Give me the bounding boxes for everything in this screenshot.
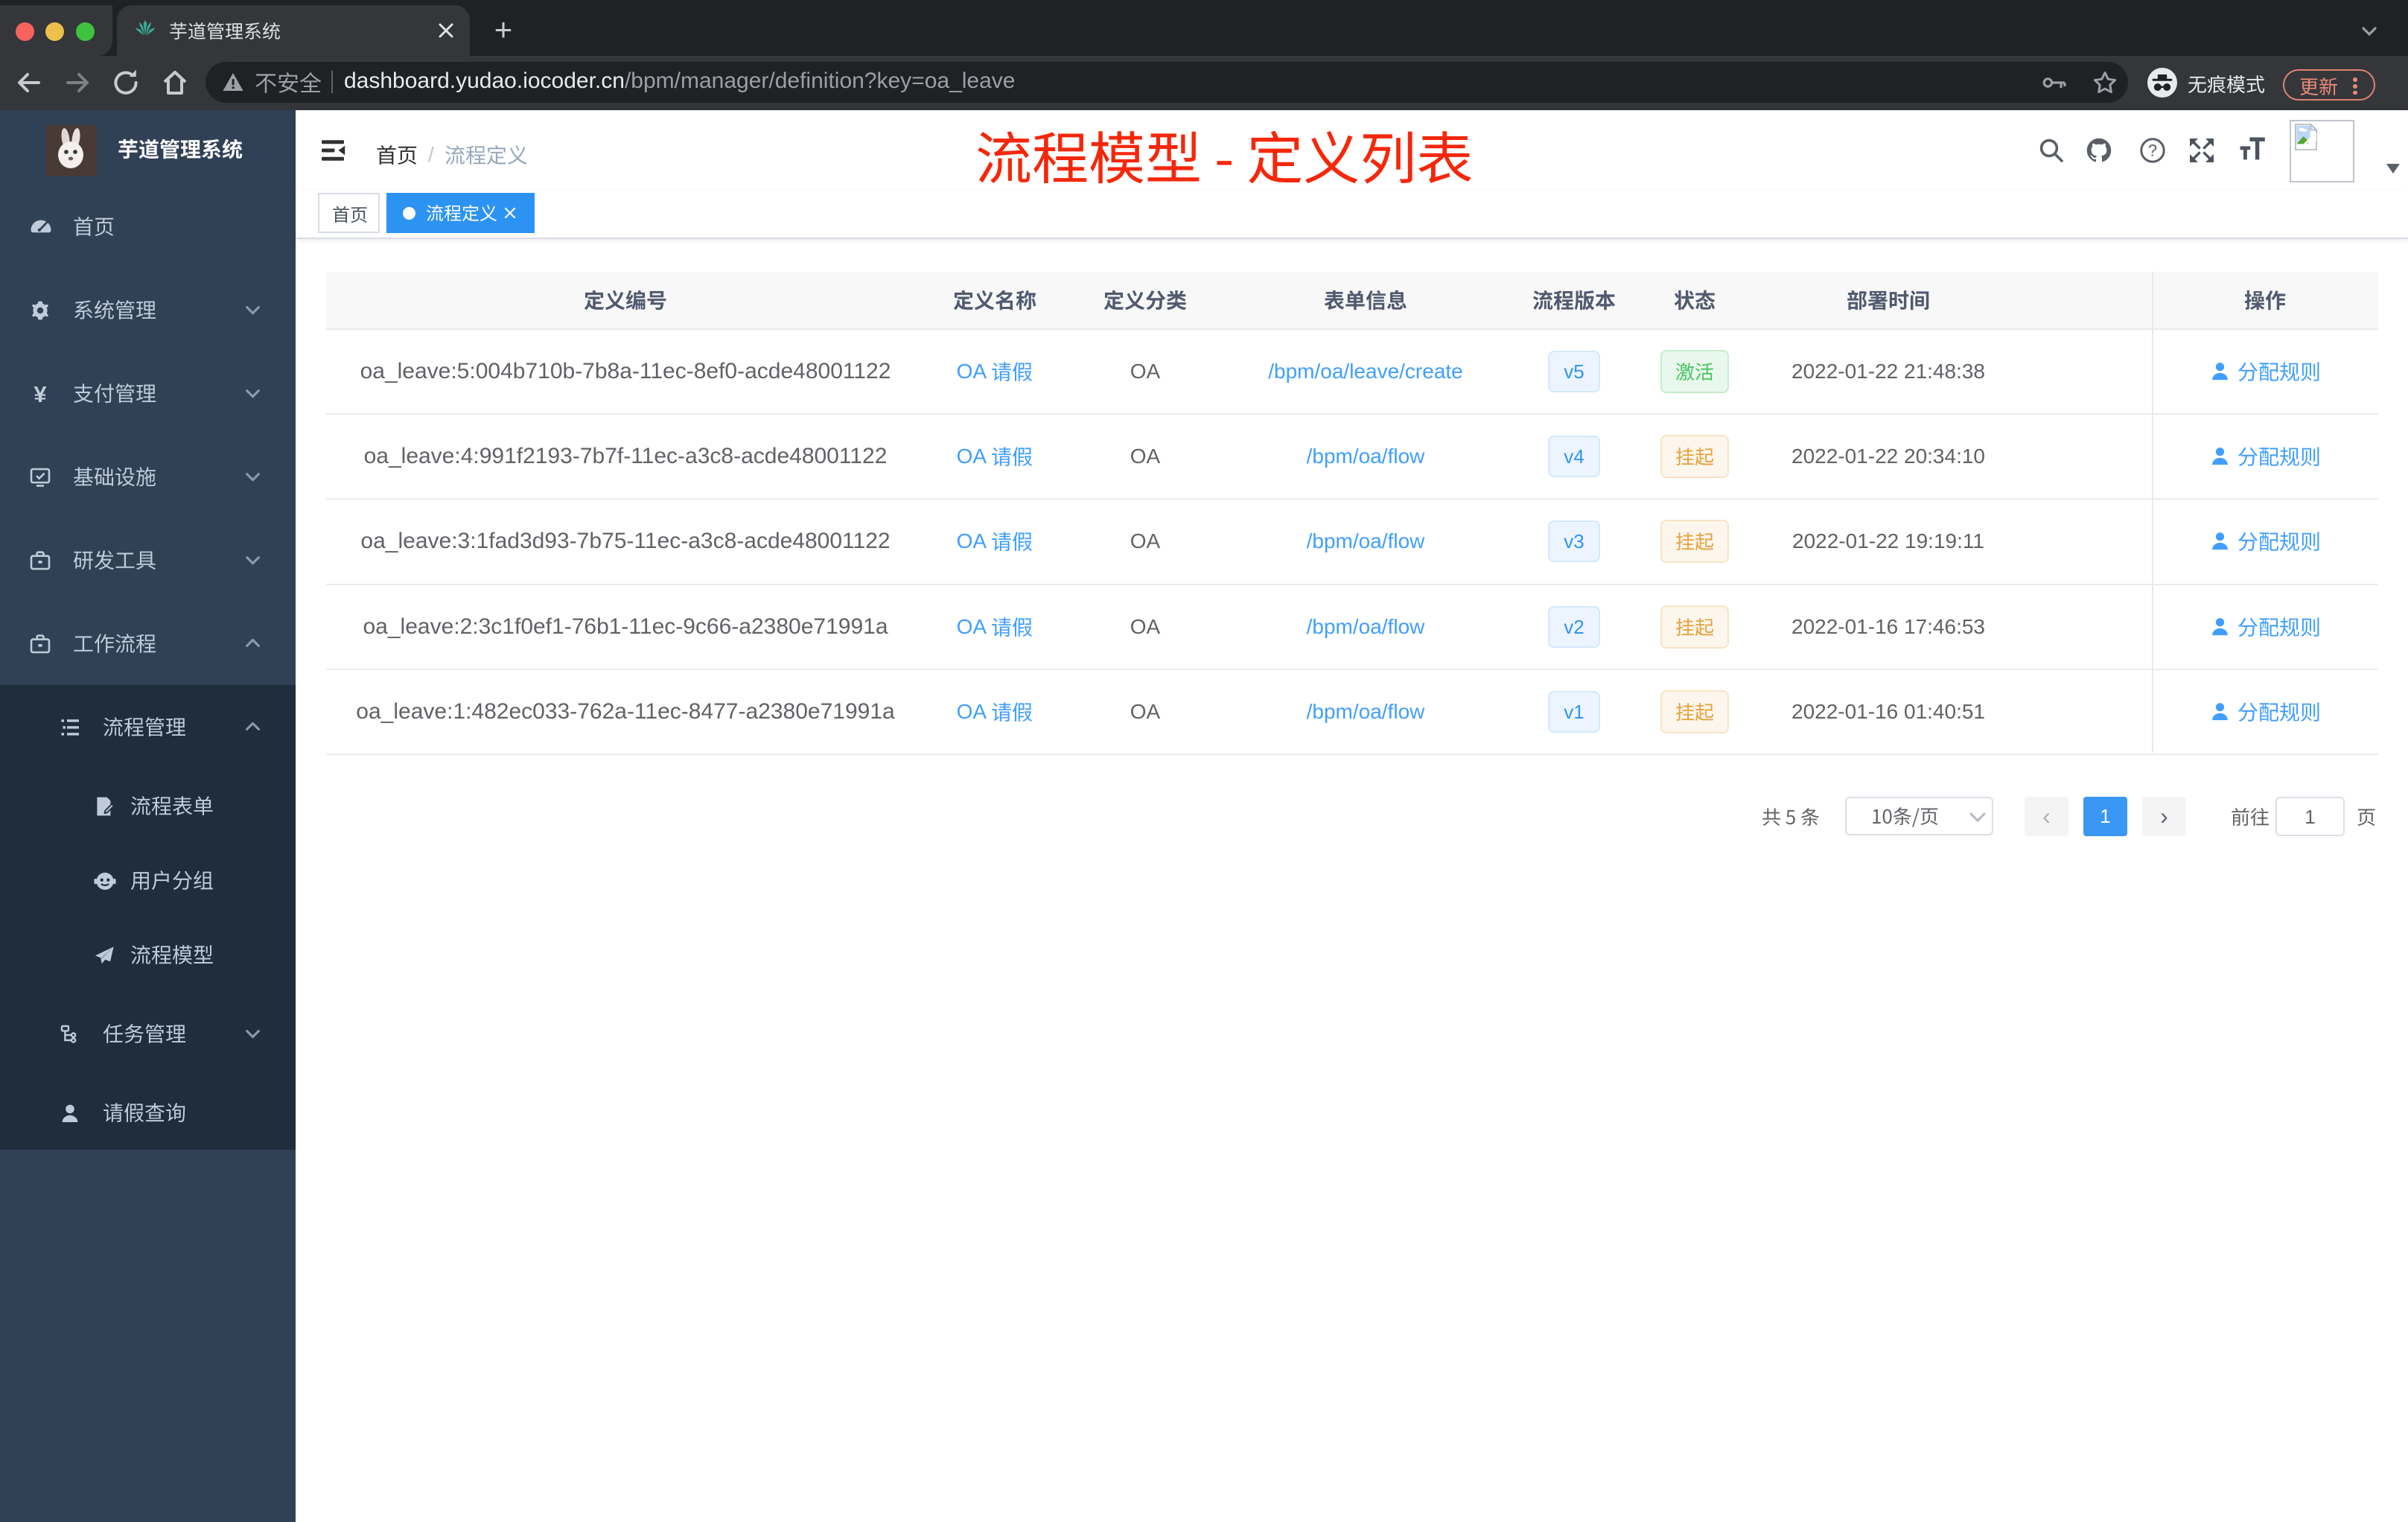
svg-text:?: ? <box>2148 141 2157 160</box>
svg-text:¥: ¥ <box>34 383 47 404</box>
